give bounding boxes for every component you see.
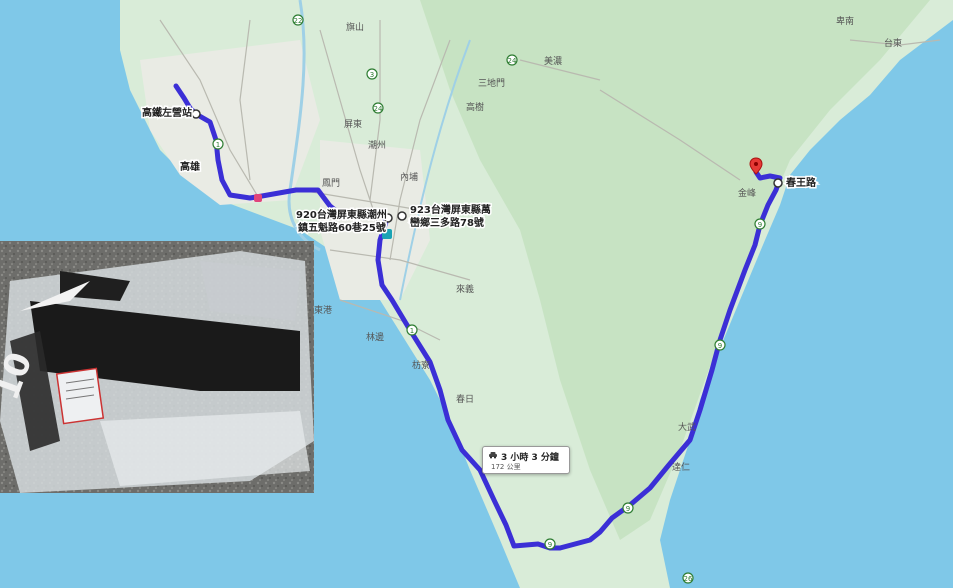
waypoint-zuoying[interactable] [191,109,201,119]
label-wanluan-1[interactable]: 923台灣屏東縣萬 [409,202,493,218]
label-luye: 潮州 [368,139,386,151]
highway-shield: 1 [406,324,418,336]
svg-text:9: 9 [758,221,762,229]
car-icon [489,452,497,459]
label-jinfeng: 金峰 [738,187,756,199]
svg-text:3: 3 [370,71,374,79]
highway-shield: 24 [506,54,518,66]
label-origin-address-1[interactable]: 920台灣屏東縣潮州 [295,207,389,223]
inset-photo: 10 [0,241,314,493]
svg-text:9: 9 [626,505,630,513]
svg-text:9: 9 [548,541,552,549]
label-beinan: 卑南 [836,15,854,27]
highway-shield: 9 [714,339,726,351]
label-fangliao: 枋寮 [412,359,430,371]
highway-shield: 1 [212,138,224,150]
label-taitung: 台東 [884,37,902,49]
label-meinong: 美濃 [544,55,562,67]
svg-text:1: 1 [410,327,414,335]
label-qishan: 旗山 [346,21,364,33]
route-info-box[interactable]: 3 小時 3 分鐘 172 公里 [482,446,570,474]
label-gaoshu: 高樹 [466,101,484,113]
highway-shield: 22 [292,14,304,26]
waypoint-wanluan[interactable] [397,211,407,221]
label-donggang: 東港 [314,304,332,316]
label-dawu: 大武 [678,421,696,433]
photo-content: 10 [0,241,314,493]
svg-text:26: 26 [684,575,693,583]
highway-shield: 3 [366,68,378,80]
highway-shield: 9 [544,538,556,550]
highway-shield: 26 [682,572,694,584]
destination-pin-dot-icon [754,162,758,166]
route-distance: 172 公里 [491,463,521,471]
label-pingtung: 屏東 [344,118,362,130]
label-chunri: 春日 [456,393,474,405]
label-kaohsiung[interactable]: 高雄 [179,159,202,175]
label-daren: 達仁 [672,461,690,473]
label-chunwang[interactable]: 春王路 [785,175,819,191]
highway-shield: 24 [372,102,384,114]
waypoint-chunwang[interactable] [773,178,783,188]
svg-text:1: 1 [216,141,220,149]
svg-text:24: 24 [374,105,383,113]
svg-text:24: 24 [508,57,517,65]
hospital-marker-icon[interactable] [254,194,262,202]
label-zuoying[interactable]: 高鐵左營站 [141,105,194,121]
svg-text:22: 22 [294,17,303,25]
label-wanluan-2[interactable]: 巒鄉三多路78號 [409,215,486,231]
highway-shield: 9 [622,502,634,514]
label-laiyi: 來義 [456,283,474,295]
label-fengshan: 鳳門 [322,178,340,189]
label-origin-address-2[interactable]: 鎮五魁路60巷25號 [297,220,388,236]
label-sandimen: 三地門 [478,77,505,89]
svg-text:9: 9 [718,342,722,350]
label-chaozhou: 內埔 [400,171,418,183]
label-linbian: 林邊 [366,331,384,343]
highway-shield: 9 [754,218,766,230]
